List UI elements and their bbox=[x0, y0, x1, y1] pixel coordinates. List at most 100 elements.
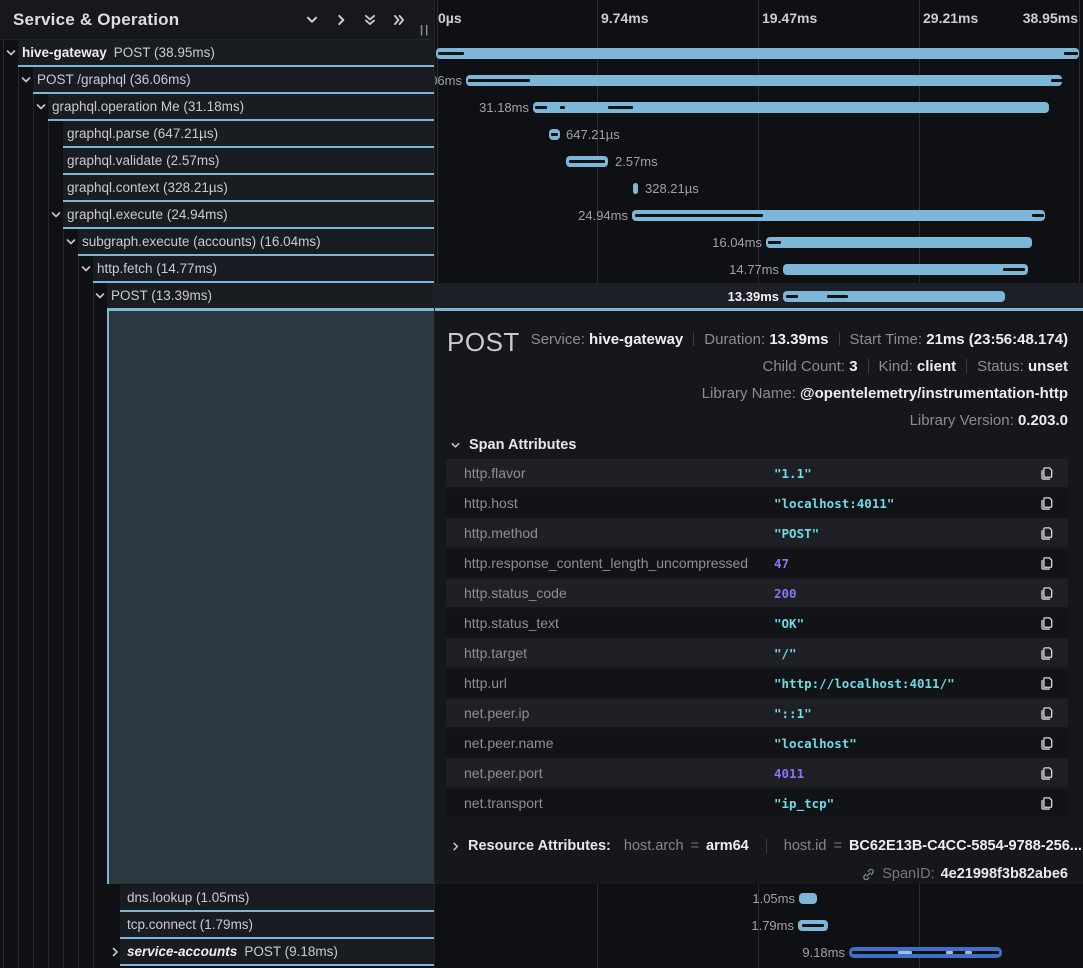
attribute-key: http.target bbox=[464, 645, 774, 661]
duration-label: 1.05ms bbox=[752, 891, 795, 906]
indent-guide bbox=[33, 40, 34, 968]
chevron-down-icon[interactable] bbox=[35, 101, 47, 113]
duration-label: 328.21µs bbox=[645, 181, 699, 196]
status-value: unset bbox=[1028, 358, 1068, 375]
span-label: POST /graphql (36.06ms) bbox=[37, 72, 191, 87]
span-bar[interactable] bbox=[466, 75, 1062, 86]
tree-row-subgraph-execute[interactable]: subgraph.execute (accounts) (16.04ms) bbox=[78, 229, 434, 256]
copy-icon[interactable] bbox=[1039, 766, 1054, 781]
copy-icon[interactable] bbox=[1039, 556, 1054, 571]
attribute-row: http.status_text "OK" bbox=[446, 609, 1068, 637]
tree-row-tcp-connect[interactable]: tcp.connect (1.79ms) bbox=[120, 912, 434, 939]
span-label: graphql.execute (24.94ms) bbox=[67, 207, 228, 222]
tree-row-graphql-context[interactable]: graphql.context (328.21µs) bbox=[63, 175, 434, 202]
span-bar[interactable] bbox=[783, 291, 1005, 302]
chevron-down-icon[interactable] bbox=[5, 47, 17, 59]
copy-icon[interactable] bbox=[1039, 496, 1054, 511]
link-icon[interactable] bbox=[861, 867, 876, 882]
detail-meta-line-3: Library Name: @opentelemetry/instrumenta… bbox=[702, 385, 1068, 402]
tree-row-dns-lookup[interactable]: dns.lookup (1.05ms) bbox=[120, 885, 434, 912]
ruler-tick-label: 38.95ms bbox=[1023, 10, 1078, 26]
span-bar[interactable] bbox=[633, 183, 638, 194]
attribute-row: http.response_content_length_uncompresse… bbox=[446, 549, 1068, 577]
timeline-row: 9.18ms bbox=[434, 939, 1083, 966]
tree-row-graphql-parse[interactable]: graphql.parse (647.21µs) bbox=[63, 121, 434, 148]
span-attributes-title: Span Attributes bbox=[469, 437, 576, 453]
attribute-value: "localhost" bbox=[774, 736, 1039, 751]
chevron-down-icon[interactable] bbox=[80, 263, 92, 275]
chevron-down-icon bbox=[450, 440, 461, 451]
tree-row-graphql-validate[interactable]: graphql.validate (2.57ms) bbox=[63, 148, 434, 175]
tree-row-post-selected[interactable]: POST (13.39ms) bbox=[107, 283, 434, 310]
collapse-all-icon[interactable] bbox=[363, 13, 377, 27]
tree-row-service-accounts-post[interactable]: service-accounts POST (9.18ms) bbox=[120, 939, 434, 966]
collapse-one-icon[interactable] bbox=[305, 13, 319, 27]
duration-label: 16.04ms bbox=[712, 235, 762, 250]
resource-attributes-title: Resource Attributes: bbox=[468, 838, 611, 854]
span-bar[interactable] bbox=[533, 102, 1049, 113]
service-name: hive-gateway bbox=[22, 45, 107, 60]
ruler-tick-label: 29.21ms bbox=[923, 10, 978, 26]
span-attributes-header[interactable]: Span Attributes bbox=[450, 437, 576, 453]
attribute-value: "OK" bbox=[774, 616, 1039, 631]
tree-row-post-graphql[interactable]: POST /graphql (36.06ms) bbox=[33, 67, 434, 94]
chevron-down-icon[interactable] bbox=[65, 236, 77, 248]
resource-attributes-row[interactable]: Resource Attributes: host.arch = arm64 h… bbox=[450, 838, 1082, 854]
tree-row-hive-gateway-post[interactable]: hive-gateway POST (38.95ms) bbox=[18, 40, 434, 67]
panel-resize-handle[interactable]: || bbox=[420, 24, 430, 36]
span-bar[interactable] bbox=[632, 210, 1045, 221]
expand-one-icon[interactable] bbox=[334, 13, 348, 27]
chevron-down-icon[interactable] bbox=[50, 209, 62, 221]
span-label: subgraph.execute (accounts) (16.04ms) bbox=[82, 234, 321, 249]
timeline-panel-bottom: 1.05ms 1.79ms 9.18ms bbox=[434, 884, 1083, 968]
start-time-value: 21ms (23:56:48.174) bbox=[926, 331, 1068, 348]
copy-icon[interactable] bbox=[1039, 526, 1054, 541]
library-version-value: 0.203.0 bbox=[1018, 412, 1068, 429]
attribute-key: http.flavor bbox=[464, 465, 774, 481]
span-bar[interactable] bbox=[783, 264, 1028, 275]
attribute-key: net.peer.port bbox=[464, 765, 774, 781]
timeline-row: 24.94ms bbox=[434, 202, 1083, 229]
attribute-value: "::1" bbox=[774, 706, 1039, 721]
span-bar[interactable] bbox=[436, 48, 1079, 59]
span-label: http.fetch (14.77ms) bbox=[97, 261, 217, 276]
span-bar[interactable] bbox=[549, 129, 560, 140]
span-title: POST bbox=[447, 327, 520, 358]
tree-row-graphql-execute[interactable]: graphql.execute (24.94ms) bbox=[63, 202, 434, 229]
span-bar[interactable] bbox=[766, 237, 1032, 248]
timeline-row: 328.21µs bbox=[434, 175, 1083, 202]
span-bar[interactable] bbox=[566, 156, 608, 167]
copy-icon[interactable] bbox=[1039, 706, 1054, 721]
span-bar[interactable] bbox=[799, 893, 817, 904]
duration-label: 2.57ms bbox=[615, 154, 658, 169]
attribute-row: http.host "localhost:4011" bbox=[446, 489, 1068, 517]
panel-splitter[interactable] bbox=[434, 0, 435, 968]
attribute-key: net.peer.ip bbox=[464, 705, 774, 721]
attribute-key: http.host bbox=[464, 495, 774, 511]
copy-icon[interactable] bbox=[1039, 796, 1054, 811]
duration-label: 13.39ms bbox=[728, 289, 779, 304]
expand-all-icon[interactable] bbox=[392, 13, 406, 27]
copy-icon[interactable] bbox=[1039, 736, 1054, 751]
ruler-tick-label: 0µs bbox=[438, 10, 462, 26]
kind-value: client bbox=[917, 358, 956, 375]
timeline-row: 1.79ms bbox=[434, 912, 1083, 939]
duration-label: 31.18ms bbox=[479, 100, 529, 115]
chevron-down-icon[interactable] bbox=[20, 74, 32, 86]
copy-icon[interactable] bbox=[1039, 676, 1054, 691]
selected-span-detail-block bbox=[107, 311, 434, 884]
span-label: POST (13.39ms) bbox=[111, 288, 212, 303]
span-bar-service-accounts[interactable] bbox=[849, 947, 1002, 958]
copy-icon[interactable] bbox=[1039, 616, 1054, 631]
ruler-tick-label: 19.47ms bbox=[762, 10, 817, 26]
copy-icon[interactable] bbox=[1039, 646, 1054, 661]
copy-icon[interactable] bbox=[1039, 586, 1054, 601]
span-bar[interactable] bbox=[798, 920, 828, 931]
chevron-down-icon[interactable] bbox=[94, 290, 106, 302]
chevron-right-icon[interactable] bbox=[109, 946, 121, 958]
duration-label: 647.21µs bbox=[566, 127, 620, 142]
tree-row-graphql-operation[interactable]: graphql.operation Me (31.18ms) bbox=[48, 94, 434, 121]
duration-label: 1.79ms bbox=[751, 918, 794, 933]
copy-icon[interactable] bbox=[1039, 466, 1054, 481]
tree-row-http-fetch[interactable]: http.fetch (14.77ms) bbox=[93, 256, 434, 283]
